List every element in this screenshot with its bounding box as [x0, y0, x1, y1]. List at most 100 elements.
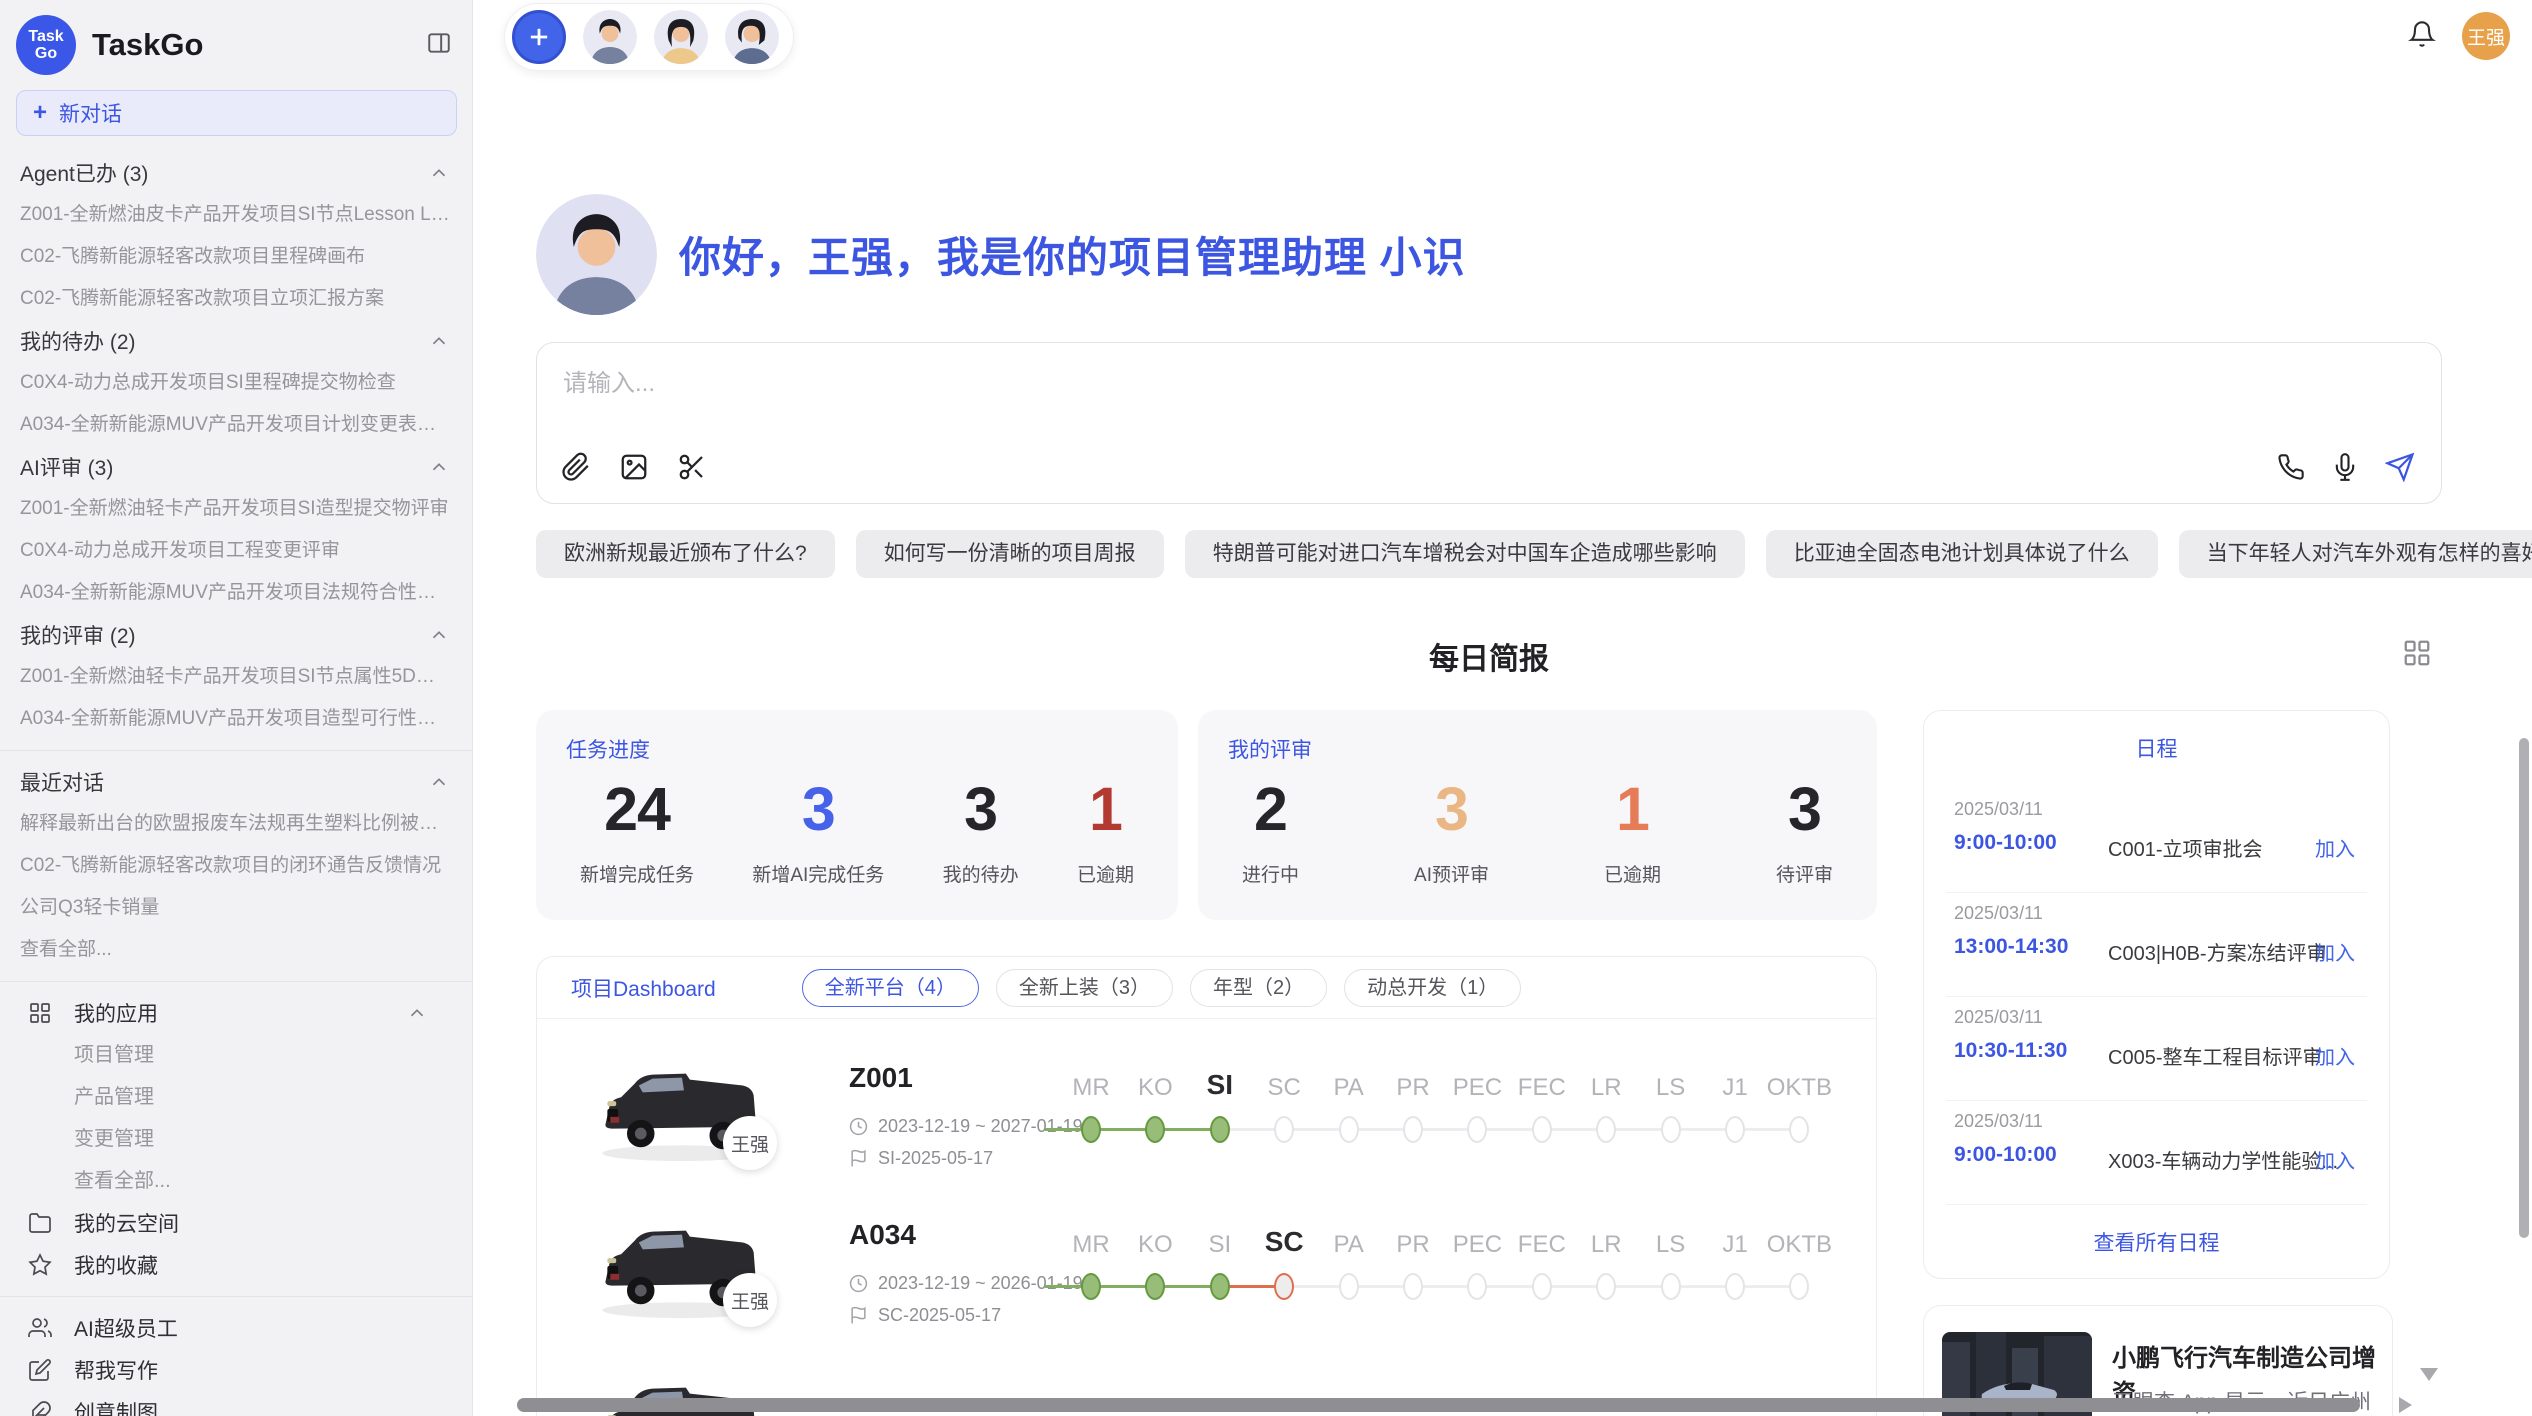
chat-input[interactable]	[563, 363, 2415, 427]
sidebar-section-header[interactable]: AI评审 (3)	[0, 446, 472, 488]
scissors-icon[interactable]	[677, 452, 707, 487]
milestone-dot	[1467, 1116, 1487, 1143]
join-event-link[interactable]: 加入	[2315, 1145, 2355, 1174]
project-dashboard-card: 项目Dashboard 全新平台（4） 全新上装（3） 年型（2） 动总开发（1） 王…	[536, 956, 1877, 1416]
schedule-list: 2025/03/119:00-10:00C001-立项审批会加入 2025/03/…	[1924, 789, 2389, 1205]
chevron-up-icon	[428, 456, 450, 478]
microphone-icon[interactable]	[2331, 453, 2359, 486]
sidebar-app-item[interactable]: 变更管理	[0, 1118, 472, 1160]
sidebar-section-header[interactable]: 我的待办 (2)	[0, 320, 472, 362]
milestone-label: MR	[1072, 1074, 1109, 1102]
sidebar-section-header[interactable]: Agent已办 (3)	[0, 152, 472, 194]
sidebar-task-item[interactable]: C02-飞腾新能源轻客改款项目里程碑画布	[0, 236, 472, 278]
join-event-link[interactable]: 加入	[2315, 1041, 2355, 1070]
milestone-label: PR	[1396, 1074, 1429, 1102]
image-icon[interactable]	[619, 452, 649, 487]
schedule-event: 2025/03/119:00-10:00C001-立项审批会加入	[1946, 789, 2367, 893]
recent-conversation-item[interactable]: C02-飞腾新能源轻客改款项目的闭环通告反馈情况	[0, 845, 472, 887]
team-avatar[interactable]	[725, 10, 779, 64]
sidebar-item-users[interactable]: AI超级员工	[0, 1307, 472, 1349]
sidebar-task-item[interactable]: A034-全新新能源MUV产品开发项目计划变更表编写	[0, 404, 472, 446]
sidebar-task-item[interactable]: A034-全新新能源MUV产品开发项目法规符合性评审	[0, 572, 472, 614]
dashboard-tab[interactable]: 全新平台（4）	[802, 969, 979, 1007]
project-row[interactable]: 王强A0342023-12-19 ~ 2026-01-19SC-2025-05-…	[537, 1185, 1876, 1342]
event-time: 9:00-10:00	[1954, 831, 2057, 855]
sidebar-app-item[interactable]: 产品管理	[0, 1076, 472, 1118]
milestone-dot	[1532, 1273, 1552, 1300]
milestone-dot	[1725, 1273, 1745, 1300]
notification-bell-icon[interactable]	[2408, 20, 2436, 53]
recent-conversation-item[interactable]: 解释最新出台的欧盟报废车法规再生塑料比例被调至15%...	[0, 803, 472, 845]
team-avatar[interactable]	[583, 10, 637, 64]
new-chat-label: 新对话	[59, 98, 122, 128]
clock-icon	[849, 1274, 868, 1293]
section-title: 最近对话	[20, 767, 104, 797]
vertical-scrollbar[interactable]	[2519, 738, 2529, 1238]
sidebar-task-item[interactable]: C02-飞腾新能源轻客改款项目立项汇报方案	[0, 278, 472, 320]
dashboard-tab[interactable]: 动总开发（1）	[1344, 969, 1521, 1007]
send-icon[interactable]	[2385, 452, 2415, 487]
sidebar-task-item[interactable]: Z001-全新燃油轻卡产品开发项目SI节点属性5D文件评审	[0, 656, 472, 698]
team-avatar[interactable]	[654, 10, 708, 64]
sidebar-task-item[interactable]: C0X4-动力总成开发项目工程变更评审	[0, 530, 472, 572]
user-avatar[interactable]: 王强	[2462, 12, 2510, 60]
sidebar-task-item[interactable]: C0X4-动力总成开发项目SI里程碑提交物检查	[0, 362, 472, 404]
stat-card-title: 任务进度	[566, 734, 1148, 764]
ai-staff-icon	[28, 1316, 52, 1340]
dashboard-tab[interactable]: 全新上装（3）	[996, 969, 1173, 1007]
join-event-link[interactable]: 加入	[2315, 937, 2355, 966]
milestone-track: MRKOSISCPAPRPECFECLRLSJ1OKTB	[1057, 1028, 1877, 1185]
horizontal-scrollbar[interactable]	[517, 1398, 2360, 1412]
sidebar-task-item[interactable]: A034-全新新能源MUV产品开发项目造型可行性评审	[0, 698, 472, 740]
schedule-event: 2025/03/1110:30-11:30C005-整车工程目标评审加入	[1946, 997, 2367, 1101]
avatar-illustration	[654, 10, 708, 64]
attach-icon[interactable]	[561, 452, 591, 487]
sidebar-item-star[interactable]: 我的收藏	[0, 1244, 472, 1286]
milestone-label: LR	[1591, 1074, 1622, 1102]
new-chat-button[interactable]: + 新对话	[16, 90, 457, 136]
sidebar: Task Go TaskGo + 新对话 Agent已办 (3)Z001-全新燃…	[0, 0, 473, 1416]
sidebar-item-edit[interactable]: 帮我写作	[0, 1349, 472, 1391]
nav-label: 创意制图	[74, 1397, 158, 1416]
dashboard-title: 项目Dashboard	[571, 973, 716, 1003]
sidebar-task-item[interactable]: Z001-全新燃油皮卡产品开发项目SI节点Lesson Learn报告	[0, 194, 472, 236]
milestone-label: J1	[1722, 1231, 1747, 1259]
sidebar-item-my-apps[interactable]: 我的应用	[0, 992, 472, 1034]
add-member-button[interactable]	[512, 10, 566, 64]
voice-call-icon[interactable]	[2277, 453, 2305, 486]
writing-icon	[28, 1358, 52, 1382]
event-time: 13:00-14:30	[1954, 935, 2068, 959]
event-date: 2025/03/11	[1954, 903, 2043, 924]
milestone-dot	[1210, 1273, 1230, 1300]
sidebar-app-item[interactable]: 项目管理	[0, 1034, 472, 1076]
view-all-conversations[interactable]: 查看全部...	[0, 929, 472, 971]
project-row[interactable]: 王强Z0012023-12-19 ~ 2027-01-19SI-2025-05-…	[537, 1028, 1876, 1185]
topbar: 王强	[473, 0, 2532, 72]
project-dates: 2023-12-19 ~ 2026-01-19	[849, 1273, 1083, 1294]
stat-cell: 1已逾期	[1077, 774, 1134, 887]
sidebar-item-feather[interactable]: 创意制图	[0, 1391, 472, 1416]
scroll-down-arrow[interactable]	[2420, 1368, 2438, 1381]
sidebar-app-item[interactable]: 查看全部...	[0, 1160, 472, 1202]
view-all-schedule-link[interactable]: 查看所有日程	[1924, 1227, 2389, 1257]
recent-conversation-item[interactable]: 公司Q3轻卡销量	[0, 887, 472, 929]
suggestion-chip[interactable]: 特朗普可能对进口汽车增税会对中国车企造成哪些影响	[1185, 530, 1745, 578]
chat-input-box	[536, 342, 2442, 504]
sidebar-section-header[interactable]: 最近对话	[0, 761, 472, 803]
collapse-sidebar-icon[interactable]	[426, 30, 452, 61]
scroll-right-arrow[interactable]	[2399, 1397, 2412, 1413]
section-title: 我的待办 (2)	[20, 326, 136, 356]
sidebar-section-header[interactable]: 我的评审 (2)	[0, 614, 472, 656]
suggestion-chip[interactable]: 当下年轻人对汽车外观有怎样的喜好趋势	[2179, 530, 2532, 578]
suggestion-chip[interactable]: 比亚迪全固态电池计划具体说了什么	[1766, 530, 2158, 578]
sidebar-task-item[interactable]: Z001-全新燃油轻卡产品开发项目SI造型提交物评审	[0, 488, 472, 530]
chevron-up-icon	[428, 771, 450, 793]
suggestion-chip[interactable]: 欧洲新规最近颁布了什么?	[536, 530, 835, 578]
dashboard-tab[interactable]: 年型（2）	[1190, 969, 1327, 1007]
milestone-dot	[1145, 1116, 1165, 1143]
suggestion-chip[interactable]: 如何写一份清晰的项目周报	[856, 530, 1164, 578]
stat-value: 3	[752, 774, 884, 844]
layout-grid-icon[interactable]	[2402, 638, 2432, 673]
join-event-link[interactable]: 加入	[2315, 833, 2355, 862]
sidebar-item-folder[interactable]: 我的云空间	[0, 1202, 472, 1244]
